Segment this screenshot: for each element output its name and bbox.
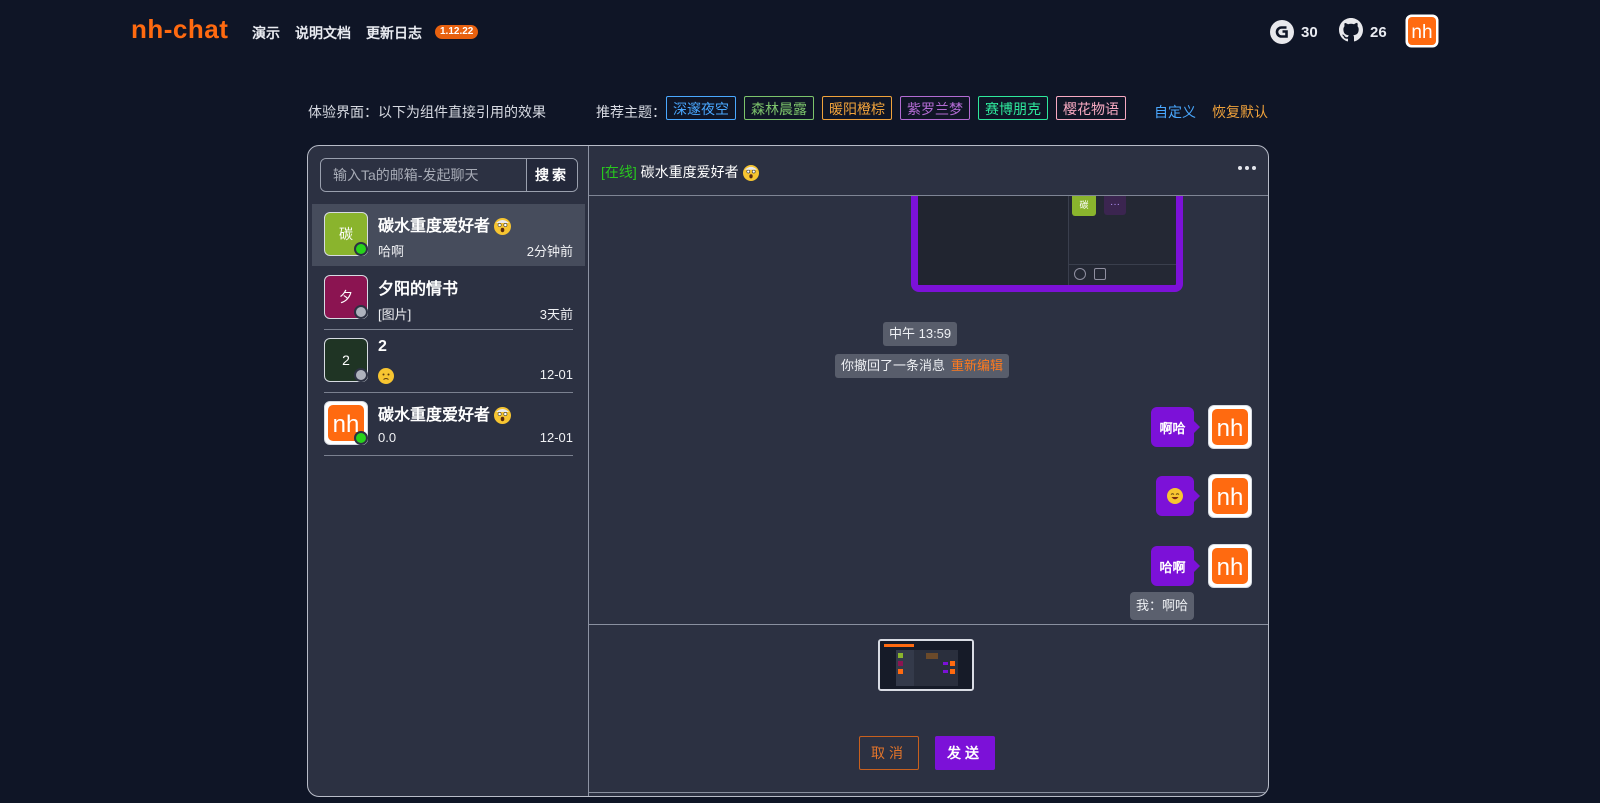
emoji-icon	[1074, 268, 1086, 280]
github-count: 26	[1370, 23, 1387, 41]
last-message: 0.0	[378, 430, 397, 445]
nav-avatar-text: nh	[1411, 22, 1432, 43]
conversation-name: 2	[378, 338, 387, 355]
svg-text:nh: nh	[1217, 554, 1244, 581]
theme-chip-warm-sun[interactable]: 暖阳橙棕	[822, 96, 892, 120]
offline-status-dot	[354, 368, 368, 382]
last-message-time: 12-01	[539, 430, 573, 445]
reset-theme-link[interactable]: 恢复默认	[1212, 102, 1268, 122]
conversation-item[interactable]: nh 碳水重度爱好者 0.0 12-01	[312, 393, 585, 456]
github-icon	[1339, 18, 1363, 46]
time-divider: 中午 13:59	[883, 322, 958, 346]
sender-avatar[interactable]: nh	[1208, 544, 1252, 588]
gitee-count: 30	[1301, 23, 1318, 41]
chat-panel: [在线] 碳水重度爱好者 碳 ··· 中午 13:59 你撤回了一条消息 重新编辑…	[589, 146, 1268, 796]
theme-chip-deep-night[interactable]: 深邃夜空	[666, 96, 736, 120]
online-status-dot	[354, 242, 368, 256]
theme-chip-cyberpunk[interactable]: 赛博朋克	[978, 96, 1048, 120]
conversation-name: 夕阳的情书	[378, 281, 459, 298]
top-nav: nh-chat 演示 说明文档 更新日志 1.12.22 30 26 nh	[0, 0, 1600, 64]
shocked-face-icon	[494, 218, 512, 236]
image-avatar: 碳	[1072, 196, 1096, 216]
theme-chip-sakura[interactable]: 樱花物语	[1056, 96, 1126, 120]
recall-text: 你撤回了一条消息	[841, 358, 946, 373]
recall-notice: 你撤回了一条消息 重新编辑	[835, 354, 1010, 378]
last-message-time: 3天前	[539, 307, 573, 322]
chat-window: 搜索 碳 碳水重度爱好者 哈啊 2分钟前 夕 夕阳的情书 [图片] 3天前 2 …	[307, 145, 1269, 797]
chat-title: [在线] 碳水重度爱好者	[601, 162, 759, 182]
nav-link-changelog[interactable]: 更新日志	[366, 23, 422, 43]
gitee-stars[interactable]: 30	[1270, 20, 1318, 44]
shocked-face-icon	[742, 165, 759, 182]
conversation-item[interactable]: 碳 碳水重度爱好者 哈啊 2分钟前	[312, 204, 585, 266]
search-button[interactable]: 搜索	[526, 159, 577, 191]
last-message: 哈啊	[378, 244, 405, 259]
theme-chip-forest[interactable]: 森林晨露	[744, 96, 814, 120]
user-avatar[interactable]: nh	[1405, 14, 1439, 48]
grinning-face-icon	[1167, 488, 1183, 504]
divider	[324, 455, 573, 456]
last-message	[378, 367, 394, 384]
demo-intro: 体验界面：以下为组件直接引用的效果	[308, 104, 546, 120]
search-bar: 搜索	[320, 158, 578, 192]
image-preview[interactable]	[878, 639, 974, 691]
custom-theme-link[interactable]: 自定义	[1154, 102, 1196, 122]
image-content	[918, 196, 1069, 285]
conversation-name: 碳水重度爱好者	[378, 212, 512, 236]
cancel-button[interactable]: 取消	[859, 736, 919, 770]
message-composer: 取消 发送	[589, 624, 1268, 796]
shocked-face-icon	[494, 407, 512, 425]
online-status-label: [在线]	[601, 164, 637, 180]
last-message: [图片]	[378, 307, 412, 322]
image-bubble: ···	[1104, 196, 1126, 215]
nav-link-docs[interactable]: 说明文档	[295, 23, 351, 43]
confused-face-icon	[378, 367, 394, 384]
svg-text:nh: nh	[1217, 415, 1244, 442]
re-edit-link[interactable]: 重新编辑	[951, 358, 1003, 373]
more-options-icon[interactable]	[1238, 166, 1256, 170]
offline-status-dot	[354, 305, 368, 319]
github-stars[interactable]: 26	[1339, 18, 1387, 46]
last-message-time: 2分钟前	[526, 244, 573, 259]
chat-header: [在线] 碳水重度爱好者	[589, 146, 1268, 196]
image-message[interactable]: 碳 ···	[911, 196, 1183, 292]
svg-text:nh: nh	[1217, 484, 1244, 511]
theme-label: 推荐主题：	[596, 104, 666, 120]
conversation-name: 碳水重度爱好者	[378, 401, 512, 425]
quoted-message[interactable]: 我：啊哈	[1129, 592, 1194, 620]
last-message-time: 12-01	[539, 367, 573, 382]
online-status-dot	[354, 431, 368, 445]
conversation-sidebar: 搜索 碳 碳水重度爱好者 哈啊 2分钟前 夕 夕阳的情书 [图片] 3天前 2 …	[308, 146, 589, 796]
message-list[interactable]: 碳 ··· 中午 13:59 你撤回了一条消息 重新编辑 啊哈 nh nh 哈啊…	[589, 196, 1268, 624]
gitee-icon	[1270, 20, 1294, 44]
version-badge: 1.12.22	[435, 25, 479, 39]
brand-logo[interactable]: nh-chat	[131, 14, 228, 45]
send-button[interactable]: 发送	[935, 736, 995, 770]
chat-contact-name: 碳水重度爱好者	[640, 164, 739, 180]
sender-avatar[interactable]: nh	[1208, 474, 1252, 518]
theme-chip-violet[interactable]: 紫罗兰梦	[900, 96, 970, 120]
image-divider	[1068, 264, 1176, 265]
sent-message-bubble[interactable]: 哈啊	[1151, 546, 1200, 586]
conversation-item[interactable]: 夕 夕阳的情书 [图片] 3天前	[312, 267, 585, 330]
sent-message-bubble[interactable]: 啊哈	[1151, 407, 1200, 447]
divider	[589, 792, 1268, 793]
image-icon	[1094, 268, 1106, 280]
nav-link-demo[interactable]: 演示	[252, 23, 280, 43]
email-search-input[interactable]	[321, 159, 526, 191]
sent-message-bubble[interactable]	[1156, 476, 1200, 516]
conversation-item[interactable]: 2 2 12-01	[312, 330, 585, 393]
sender-avatar[interactable]: nh	[1208, 405, 1252, 449]
